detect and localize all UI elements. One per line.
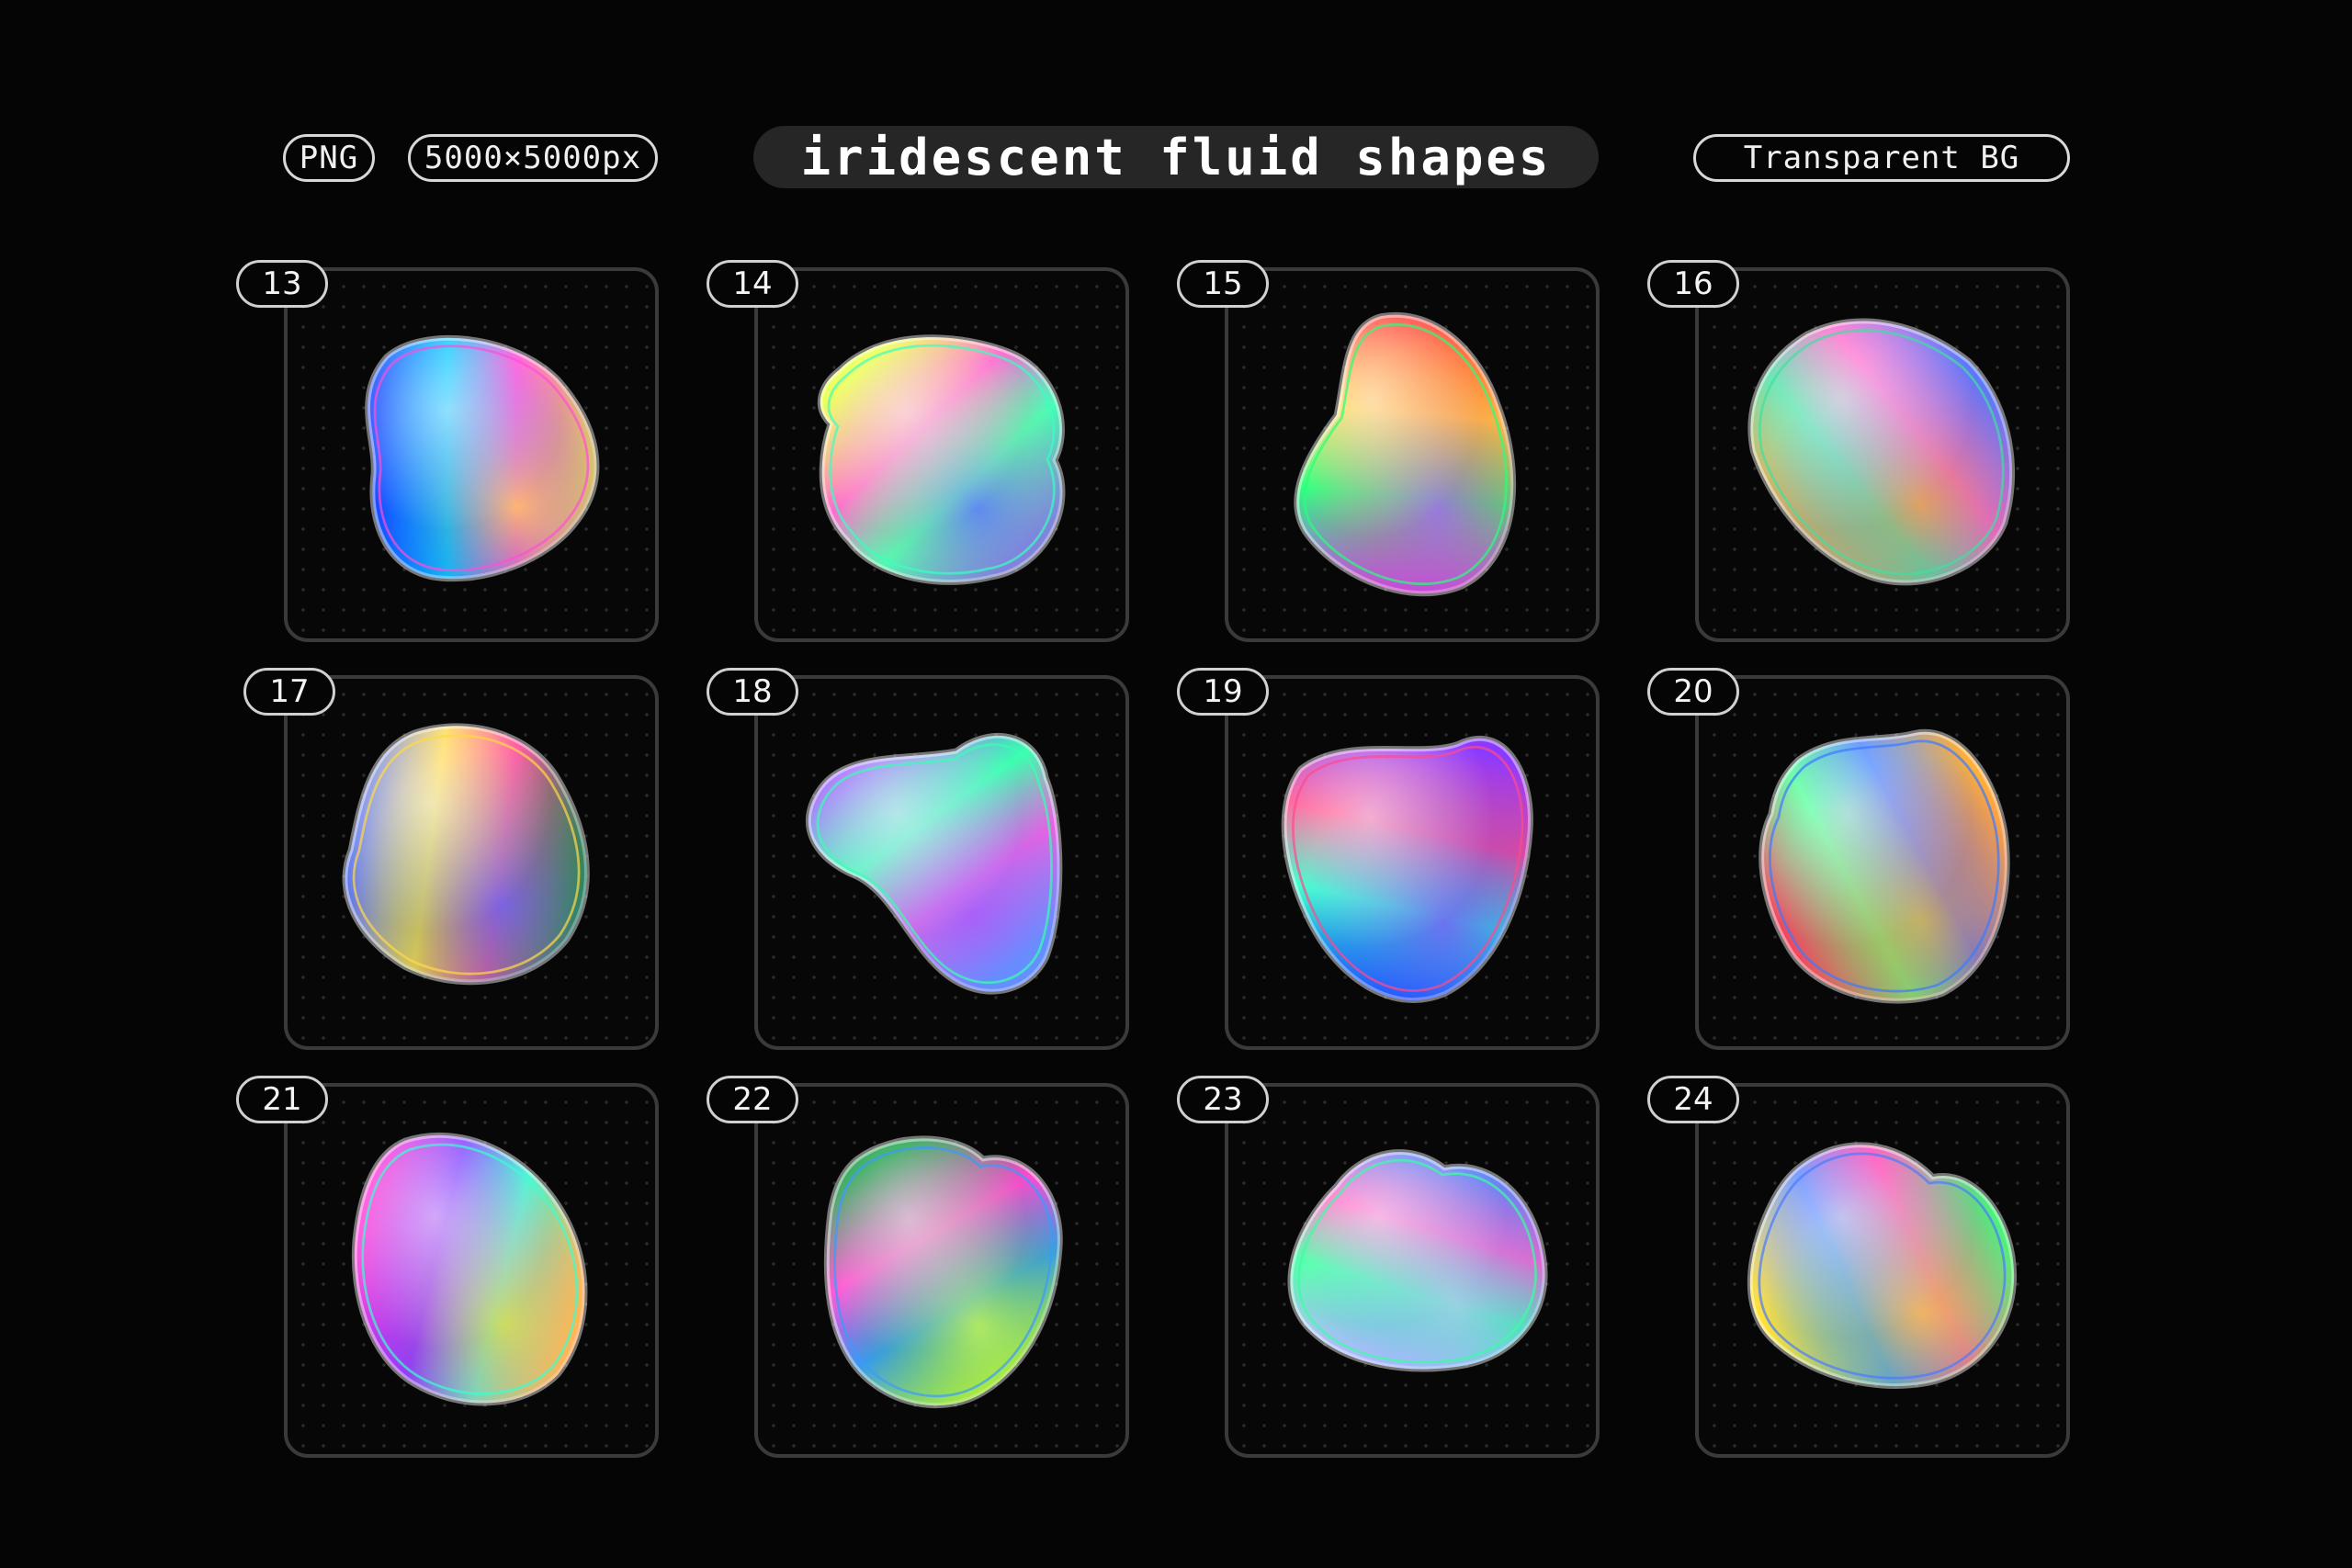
shape-number-badge: 13: [236, 260, 328, 308]
shape-number: 22: [732, 1081, 773, 1118]
transparent-bg-label: Transparent BG: [1743, 140, 2020, 176]
shape-number-badge: 21: [236, 1076, 328, 1123]
iridescent-blob-shape: [1287, 1149, 1548, 1372]
shape-number-badge: 17: [243, 668, 335, 716]
format-label: PNG: [299, 140, 359, 176]
shape-card[interactable]: [1695, 675, 2070, 1050]
shape-card[interactable]: [754, 267, 1129, 642]
transparent-bg-badge: Transparent BG: [1693, 134, 2070, 182]
shape-number-badge: 20: [1647, 668, 1739, 716]
page-title: iridescent fluid shapes: [753, 126, 1599, 188]
shape-card[interactable]: [1695, 1083, 2070, 1458]
shape-number-badge: 18: [707, 668, 798, 716]
shape-number: 19: [1203, 673, 1243, 710]
shape-number: 21: [262, 1081, 302, 1118]
shape-card[interactable]: [284, 267, 659, 642]
iridescent-blob-shape: [817, 334, 1066, 585]
shape-card[interactable]: [1225, 267, 1600, 642]
iridescent-blob-shape: [1747, 318, 2015, 586]
shape-number: 23: [1203, 1081, 1243, 1118]
size-label: 5000×5000px: [424, 140, 642, 176]
shape-number: 20: [1673, 673, 1713, 710]
shape-number: 15: [1203, 265, 1243, 302]
shape-number: 24: [1673, 1081, 1713, 1118]
shape-number-badge: 19: [1177, 668, 1269, 716]
shape-card[interactable]: [284, 675, 659, 1050]
shape-number-badge: 22: [707, 1076, 798, 1123]
iridescent-blob-shape: [1747, 1142, 2018, 1389]
iridescent-blob-shape: [1294, 311, 1517, 597]
iridescent-blob-shape: [351, 1132, 588, 1406]
shape-number: 14: [732, 265, 773, 302]
shape-card[interactable]: [1225, 675, 1600, 1050]
shape-number-badge: 15: [1177, 260, 1269, 308]
shape-card[interactable]: [754, 1083, 1129, 1458]
iridescent-blob-shape: [1758, 728, 2010, 1004]
shape-number: 13: [262, 265, 302, 302]
iridescent-blob-shape: [823, 1135, 1063, 1408]
shape-card[interactable]: [1225, 1083, 1600, 1458]
shape-card[interactable]: [754, 675, 1129, 1050]
shape-number: 18: [732, 673, 773, 710]
shape-number: 16: [1673, 265, 1713, 302]
shape-number: 17: [269, 673, 310, 710]
shape-number-badge: 14: [707, 260, 798, 308]
shape-number-badge: 24: [1647, 1076, 1739, 1123]
shape-card[interactable]: [284, 1083, 659, 1458]
page-title-text: iridescent fluid shapes: [800, 128, 1552, 186]
format-badge: PNG: [283, 134, 375, 182]
size-badge: 5000×5000px: [408, 134, 658, 182]
shape-number-badge: 16: [1647, 260, 1739, 308]
iridescent-blob-shape: [342, 723, 590, 986]
shape-number-badge: 23: [1177, 1076, 1269, 1123]
iridescent-blob-shape: [365, 334, 600, 582]
shape-card[interactable]: [1695, 267, 2070, 642]
iridescent-blob-shape: [1281, 735, 1533, 1003]
iridescent-blob-shape: [805, 732, 1063, 995]
